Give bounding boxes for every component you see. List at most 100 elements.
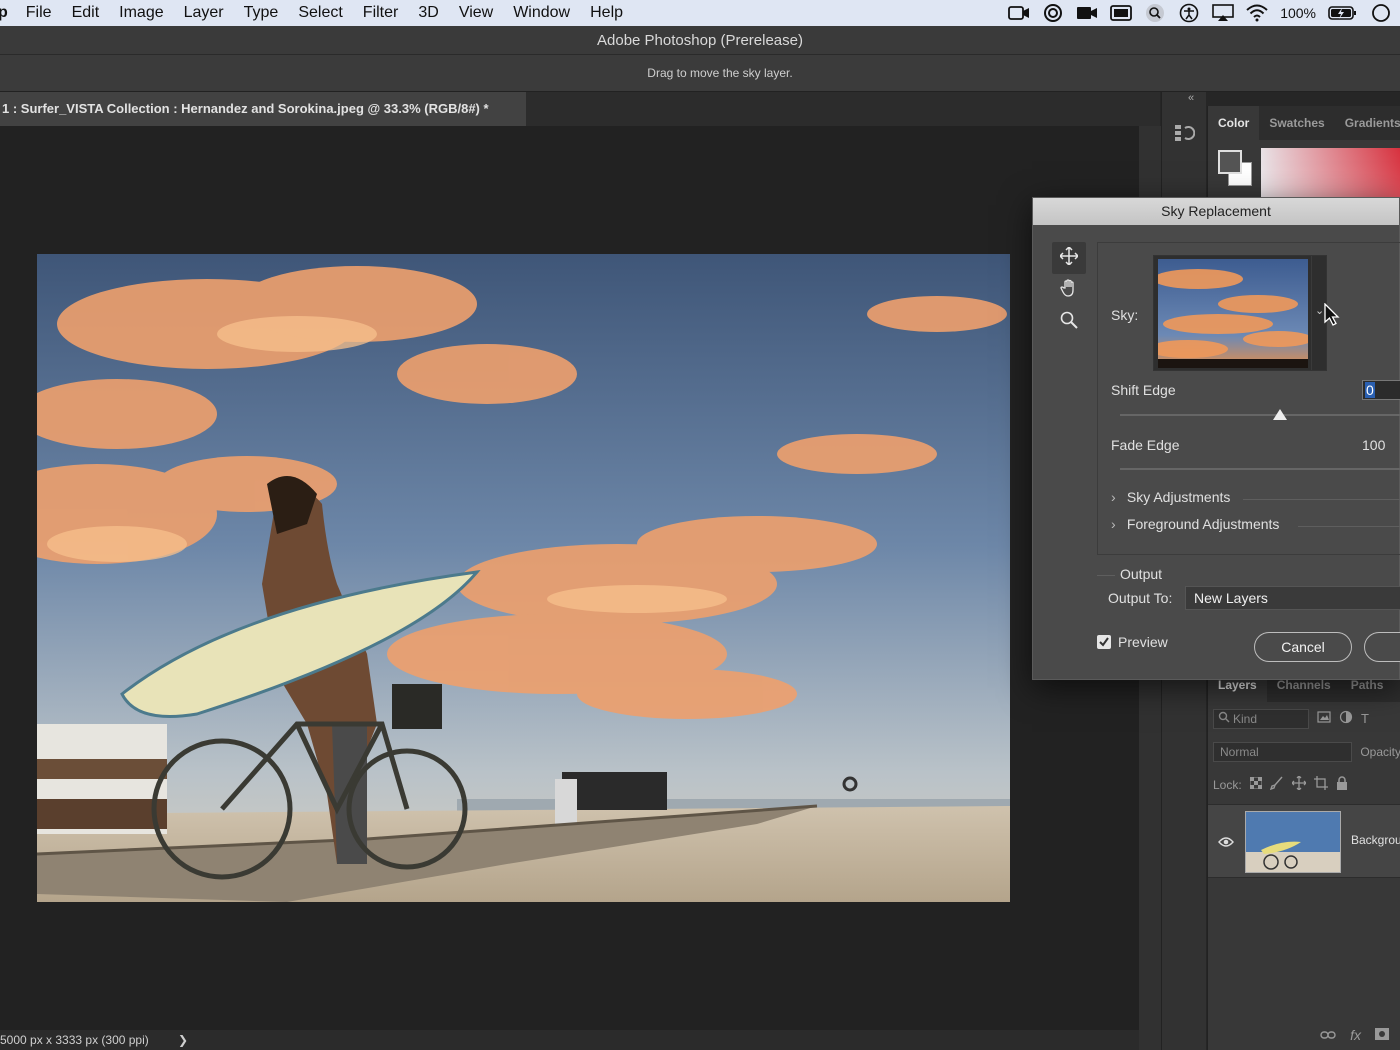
- fade-edge-value[interactable]: 100: [1362, 437, 1385, 453]
- layer-row-background[interactable]: Background: [1208, 804, 1400, 878]
- section-divider: [1243, 499, 1400, 500]
- type-filter-icon[interactable]: T: [1361, 711, 1369, 726]
- sky-adjustments-section[interactable]: › Sky Adjustments: [1111, 489, 1230, 505]
- opacity-label: Opacity: [1360, 744, 1400, 759]
- blend-row: Normal Opacity: [1208, 735, 1400, 768]
- document-tab[interactable]: 1 : Surfer_VISTA Collection : Hernandez …: [0, 92, 526, 126]
- lock-all-icon[interactable]: [1336, 776, 1348, 793]
- preview-checkbox-row[interactable]: Preview: [1097, 634, 1168, 650]
- lock-brush-icon[interactable]: [1269, 776, 1284, 793]
- ok-button[interactable]: OK: [1364, 632, 1400, 662]
- preview-checkbox[interactable]: [1097, 635, 1111, 649]
- menu-view[interactable]: View: [449, 0, 503, 26]
- shift-edge-slider-track[interactable]: [1120, 414, 1400, 416]
- shift-edge-value: 0: [1365, 382, 1375, 398]
- record-icon[interactable]: [1008, 4, 1030, 22]
- fade-edge-slider-track[interactable]: [1120, 468, 1400, 470]
- kind-filter-select[interactable]: Kind: [1213, 708, 1309, 729]
- layer-filter-row: Kind T: [1208, 702, 1400, 735]
- menu-file[interactable]: File: [16, 0, 62, 26]
- camera-icon[interactable]: [1076, 4, 1098, 22]
- image-filter-icon[interactable]: [1317, 711, 1331, 726]
- sky-replacement-dialog: Sky Replacement Sky: ⌄ Shift Edge 0 Fade…: [1032, 197, 1400, 680]
- menu-3d[interactable]: 3D: [408, 0, 448, 26]
- color-panel: [1208, 140, 1400, 200]
- zoom-tool[interactable]: [1052, 306, 1086, 338]
- tab-swatches[interactable]: Swatches: [1259, 106, 1334, 140]
- eye-icon[interactable]: [1218, 835, 1234, 853]
- collapse-panels-icon[interactable]: «: [1188, 92, 1194, 104]
- menu-layer[interactable]: Layer: [174, 0, 234, 26]
- fx-icon[interactable]: fx: [1350, 1027, 1361, 1043]
- canvas-area[interactable]: [0, 126, 1139, 1030]
- layer-name[interactable]: Background: [1351, 833, 1400, 847]
- lock-move-icon[interactable]: [1290, 775, 1307, 793]
- menu-help[interactable]: Help: [580, 0, 633, 26]
- wifi-icon[interactable]: [1246, 4, 1268, 22]
- tab-color[interactable]: Color: [1208, 106, 1260, 140]
- cancel-button[interactable]: Cancel: [1254, 632, 1352, 662]
- shift-edge-input[interactable]: 0: [1362, 380, 1400, 400]
- status-chevron-icon[interactable]: ❯: [178, 1030, 188, 1050]
- menu-bar: p File Edit Image Layer Type Select Filt…: [0, 0, 1400, 26]
- menu-image[interactable]: Image: [109, 0, 173, 26]
- dialog-title: Sky Replacement: [1033, 198, 1399, 225]
- fg-bg-swatches[interactable]: [1218, 150, 1254, 186]
- color-panel-tabs: Color Swatches Gradients: [1208, 106, 1400, 140]
- app-menu[interactable]: p: [0, 4, 16, 22]
- lock-transparent-icon[interactable]: [1249, 776, 1263, 792]
- shift-edge-slider-thumb[interactable]: [1272, 409, 1287, 420]
- link-layers-icon[interactable]: [1320, 1027, 1336, 1043]
- battery-icon[interactable]: [1328, 4, 1358, 22]
- sky-thumbnail[interactable]: [1158, 259, 1308, 368]
- control-icon[interactable]: [1370, 4, 1392, 22]
- tab-gradients[interactable]: Gradients: [1335, 106, 1400, 140]
- airplay-icon[interactable]: [1212, 4, 1234, 22]
- options-bar: Drag to move the sky layer.: [0, 55, 1400, 92]
- output-to-label: Output To:: [1108, 590, 1173, 606]
- menu-type[interactable]: Type: [234, 0, 289, 26]
- menu-window[interactable]: Window: [503, 0, 580, 26]
- menu-select[interactable]: Select: [288, 0, 352, 26]
- document-tab-bar: 1 : Surfer_VISTA Collection : Hernandez …: [0, 92, 1160, 126]
- battery-percent: 100%: [1280, 5, 1316, 21]
- layer-mask-icon[interactable]: [1375, 1027, 1389, 1043]
- accessibility-icon[interactable]: [1178, 3, 1200, 23]
- zoom-icon: [1060, 311, 1078, 334]
- dialog-tools: [1052, 242, 1086, 338]
- foreground-adjustments-section[interactable]: › Foreground Adjustments: [1111, 516, 1279, 532]
- foreground-color-swatch[interactable]: [1218, 150, 1242, 174]
- sky-settings-group: Sky: ⌄ Shift Edge 0 Fade Edge 100 › Sky …: [1097, 242, 1400, 555]
- sky-move-tool[interactable]: [1052, 242, 1086, 274]
- output-divider-left: [1097, 575, 1115, 576]
- output-to-select[interactable]: New Layers: [1185, 586, 1400, 610]
- status-bar: 5000 px x 3333 px (300 ppi) ❯: [0, 1030, 1139, 1050]
- color-spectrum[interactable]: [1261, 148, 1400, 200]
- layer-thumbnail: [1245, 811, 1341, 873]
- move-icon: [1058, 245, 1080, 270]
- search-icon: [1218, 711, 1230, 726]
- menu-filter[interactable]: Filter: [353, 0, 409, 26]
- foreground-adjustments-label: Foreground Adjustments: [1126, 516, 1280, 532]
- history-icon[interactable]: [1173, 122, 1196, 149]
- menu-edit[interactable]: Edit: [62, 0, 110, 26]
- lock-label: Lock:: [1213, 777, 1242, 792]
- sky-label: Sky:: [1111, 307, 1139, 323]
- blend-mode-select[interactable]: Normal: [1213, 741, 1353, 762]
- lock-artboard-icon[interactable]: [1313, 776, 1328, 793]
- sky-adjustments-label: Sky Adjustments: [1126, 489, 1231, 505]
- display-icon[interactable]: [1110, 4, 1133, 22]
- output-title: Output: [1120, 566, 1163, 582]
- kind-placeholder: Kind: [1233, 711, 1258, 726]
- lock-row: Lock:: [1208, 768, 1400, 801]
- adjustment-filter-icon[interactable]: [1339, 710, 1353, 727]
- chevron-right-icon: ›: [1111, 489, 1116, 505]
- screen-icon[interactable]: [1042, 4, 1064, 22]
- search-icon[interactable]: [1144, 4, 1166, 22]
- document-image[interactable]: [37, 254, 1010, 902]
- sky-preset-picker[interactable]: ⌄: [1153, 255, 1327, 371]
- section-divider: [1298, 526, 1400, 527]
- chevron-down-icon: ⌄: [1315, 305, 1325, 317]
- hand-tool[interactable]: [1052, 274, 1086, 306]
- layers-panel: Layers Channels Paths Kind T Normal Opac…: [1208, 668, 1400, 1050]
